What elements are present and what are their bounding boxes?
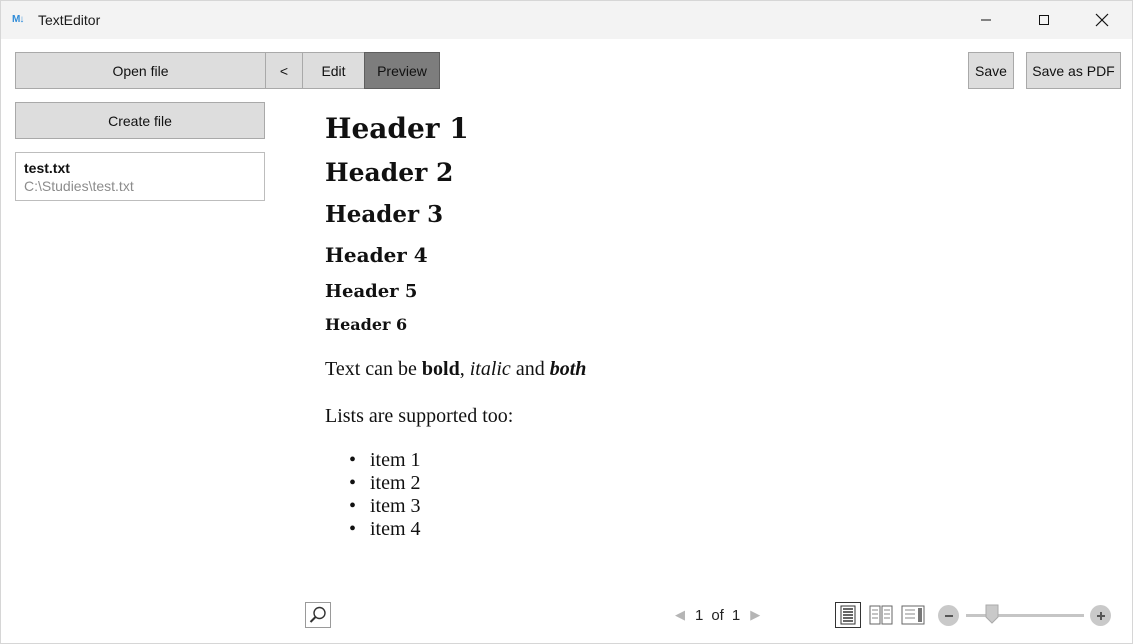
- title-bar: M↓ TextEditor: [1, 1, 1132, 39]
- text-plain: ,: [459, 358, 470, 380]
- back-button[interactable]: <: [265, 52, 303, 89]
- two-page-view-button[interactable]: [868, 602, 894, 628]
- open-file-button[interactable]: Open file: [15, 52, 266, 89]
- prev-page-icon[interactable]: ◀: [675, 607, 685, 623]
- find-button[interactable]: [305, 602, 331, 628]
- scroll-view-icon: [901, 605, 925, 625]
- page-total: 1: [731, 606, 741, 624]
- preview-paragraph-lists: Lists are supported too:: [325, 405, 514, 427]
- minimize-button[interactable]: [957, 1, 1015, 39]
- scroll-view-button[interactable]: [900, 602, 926, 628]
- page-navigator: ◀ 1 of 1 ▶: [669, 605, 766, 625]
- zoom-in-button[interactable]: [1090, 605, 1111, 626]
- zoom-out-button[interactable]: [938, 605, 959, 626]
- preview-header-4: Header 4: [325, 243, 428, 267]
- markdown-app-icon: M↓: [12, 14, 24, 25]
- maximize-button[interactable]: [1015, 1, 1073, 39]
- preview-paragraph-formatting: Text can be bold, italic and both: [325, 358, 586, 381]
- preview-header-5: Header 5: [325, 281, 418, 302]
- zoom-in-icon: [1096, 611, 1105, 620]
- save-as-pdf-button[interactable]: Save as PDF: [1026, 52, 1121, 89]
- maximize-icon: [1039, 15, 1049, 25]
- single-page-view-button[interactable]: [835, 602, 861, 628]
- two-page-view-icon: [869, 605, 893, 625]
- preview-bullet-list: item 1 item 2 item 3 item 4: [325, 449, 421, 541]
- edit-mode-button[interactable]: Edit: [302, 52, 365, 89]
- preview-header-3: Header 3: [325, 201, 444, 228]
- list-item: item 1: [325, 449, 421, 472]
- close-icon: [1095, 13, 1109, 27]
- list-item: item 2: [325, 472, 421, 495]
- page-current: 1: [695, 606, 704, 624]
- text-plain: and: [510, 358, 550, 380]
- minimize-icon: [981, 19, 991, 21]
- preview-header-1: Header 1: [325, 112, 469, 145]
- zoom-slider-thumb[interactable]: [985, 604, 999, 624]
- window-title: TextEditor: [38, 12, 101, 28]
- app-window: M↓ TextEditor Open file < Edit Preview S…: [0, 0, 1133, 644]
- save-button[interactable]: Save: [968, 52, 1014, 89]
- file-list-item[interactable]: test.txt C:\Studies\test.txt: [15, 152, 265, 201]
- next-page-icon[interactable]: ▶: [750, 607, 760, 623]
- text-bold: bold: [421, 358, 460, 380]
- zoom-slider-track[interactable]: [966, 614, 1084, 617]
- single-page-view-icon: [840, 605, 856, 625]
- text-italic: italic: [469, 358, 511, 380]
- list-item: item 4: [325, 518, 421, 541]
- close-button[interactable]: [1073, 1, 1131, 39]
- page-of-label: of: [711, 606, 724, 624]
- list-item: item 3: [325, 495, 421, 518]
- preview-header-6: Header 6: [325, 315, 408, 334]
- zoom-out-icon: [944, 614, 953, 617]
- create-file-button[interactable]: Create file: [15, 102, 265, 139]
- text-bold-italic: both: [549, 358, 587, 380]
- preview-mode-button[interactable]: Preview: [364, 52, 440, 89]
- search-icon: [309, 606, 326, 623]
- file-name: test.txt: [24, 160, 70, 176]
- text-plain: Text can be: [325, 358, 422, 380]
- preview-header-2: Header 2: [325, 158, 454, 187]
- file-path: C:\Studies\test.txt: [24, 178, 134, 194]
